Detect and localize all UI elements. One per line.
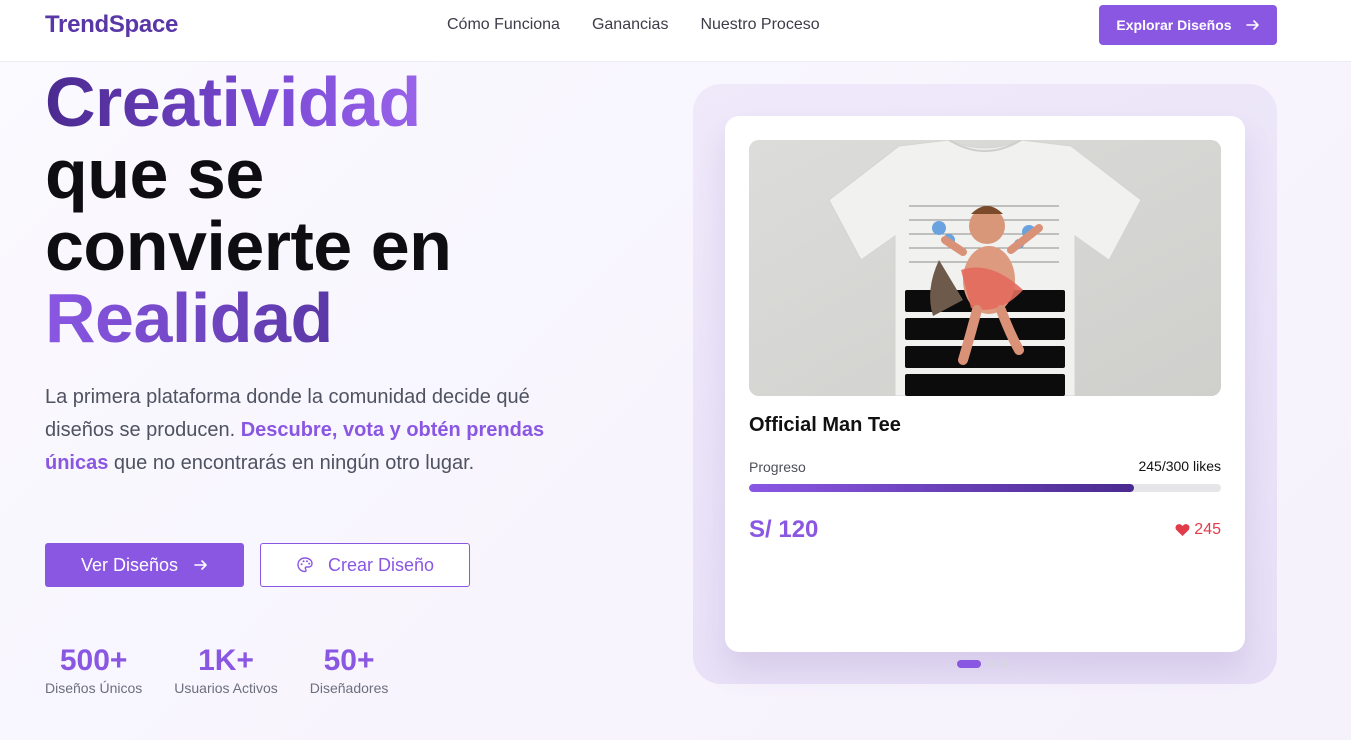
progress-fill: [749, 484, 1135, 492]
carousel-dots: [957, 660, 1009, 668]
progress-value: 245/300 likes: [1138, 458, 1221, 474]
stats-row: 500+ Diseños Únicos 1K+ Usuarios Activos…: [45, 644, 420, 696]
nav-link-nuestro-proceso[interactable]: Nuestro Proceso: [700, 16, 819, 34]
hero-title-line3: convierte en: [45, 207, 452, 285]
progress-label: Progreso: [749, 459, 806, 475]
stat-value: 50+: [323, 644, 375, 677]
carousel-dot-3[interactable]: [1001, 660, 1009, 668]
stat-label: Diseños Únicos: [45, 680, 143, 696]
hero-description: La primera plataforma donde la comunidad…: [45, 381, 545, 480]
heart-icon: [1175, 524, 1190, 536]
hero-desc-part2: que no encontrarás en ningún otro lugar.: [108, 452, 475, 474]
design-showcase: Official Man Tee Progreso 245/300 likes …: [693, 84, 1277, 684]
carousel-dot-2[interactable]: [987, 660, 995, 668]
progress-bar: [749, 484, 1221, 492]
likes-button[interactable]: 245: [1175, 521, 1221, 539]
nav-links: Cómo Funciona Ganancias Nuestro Proceso: [447, 16, 820, 34]
carousel-dot-1[interactable]: [957, 660, 981, 668]
explore-designs-label: Explorar Diseños: [1116, 17, 1232, 33]
explore-designs-button[interactable]: Explorar Diseños: [1099, 5, 1277, 45]
stat-label: Diseñadores: [309, 680, 389, 696]
hero-title-line2: que se: [45, 135, 264, 213]
product-card[interactable]: Official Man Tee Progreso 245/300 likes …: [725, 116, 1245, 652]
stat-label: Usuarios Activos: [174, 680, 278, 696]
top-navbar: TrendSpace Cómo Funciona Ganancias Nuest…: [0, 0, 1351, 62]
stat-designs: 500+ Diseños Únicos: [45, 644, 142, 696]
product-name: Official Man Tee: [749, 414, 901, 436]
product-price: S/ 120: [749, 516, 819, 543]
nav-link-como-funciona[interactable]: Cómo Funciona: [447, 16, 560, 34]
stat-value: 500+: [59, 644, 128, 677]
create-design-button[interactable]: Crear Diseño: [260, 543, 470, 587]
hero-title: Creatividad que se convierte en Realidad: [45, 63, 452, 357]
likes-count: 245: [1194, 521, 1221, 538]
stat-designers: 50+ Diseñadores: [310, 644, 389, 696]
palette-icon: [297, 557, 313, 573]
hero-title-line1: Creatividad: [45, 63, 421, 141]
arrow-right-icon: [194, 560, 207, 570]
view-designs-button[interactable]: Ver Diseños: [45, 543, 244, 587]
product-image[interactable]: [749, 140, 1221, 396]
arrow-right-icon: [1245, 20, 1259, 30]
brand-logo[interactable]: TrendSpace: [45, 11, 178, 39]
tshirt-illustration: [749, 140, 1221, 396]
nav-link-ganancias[interactable]: Ganancias: [592, 16, 669, 34]
stat-value: 1K+: [198, 644, 254, 677]
view-designs-label: Ver Diseños: [80, 554, 179, 575]
create-design-label: Crear Diseño: [327, 554, 435, 575]
hero-title-line4: Realidad: [45, 279, 333, 357]
stat-users: 1K+ Usuarios Activos: [174, 644, 277, 696]
